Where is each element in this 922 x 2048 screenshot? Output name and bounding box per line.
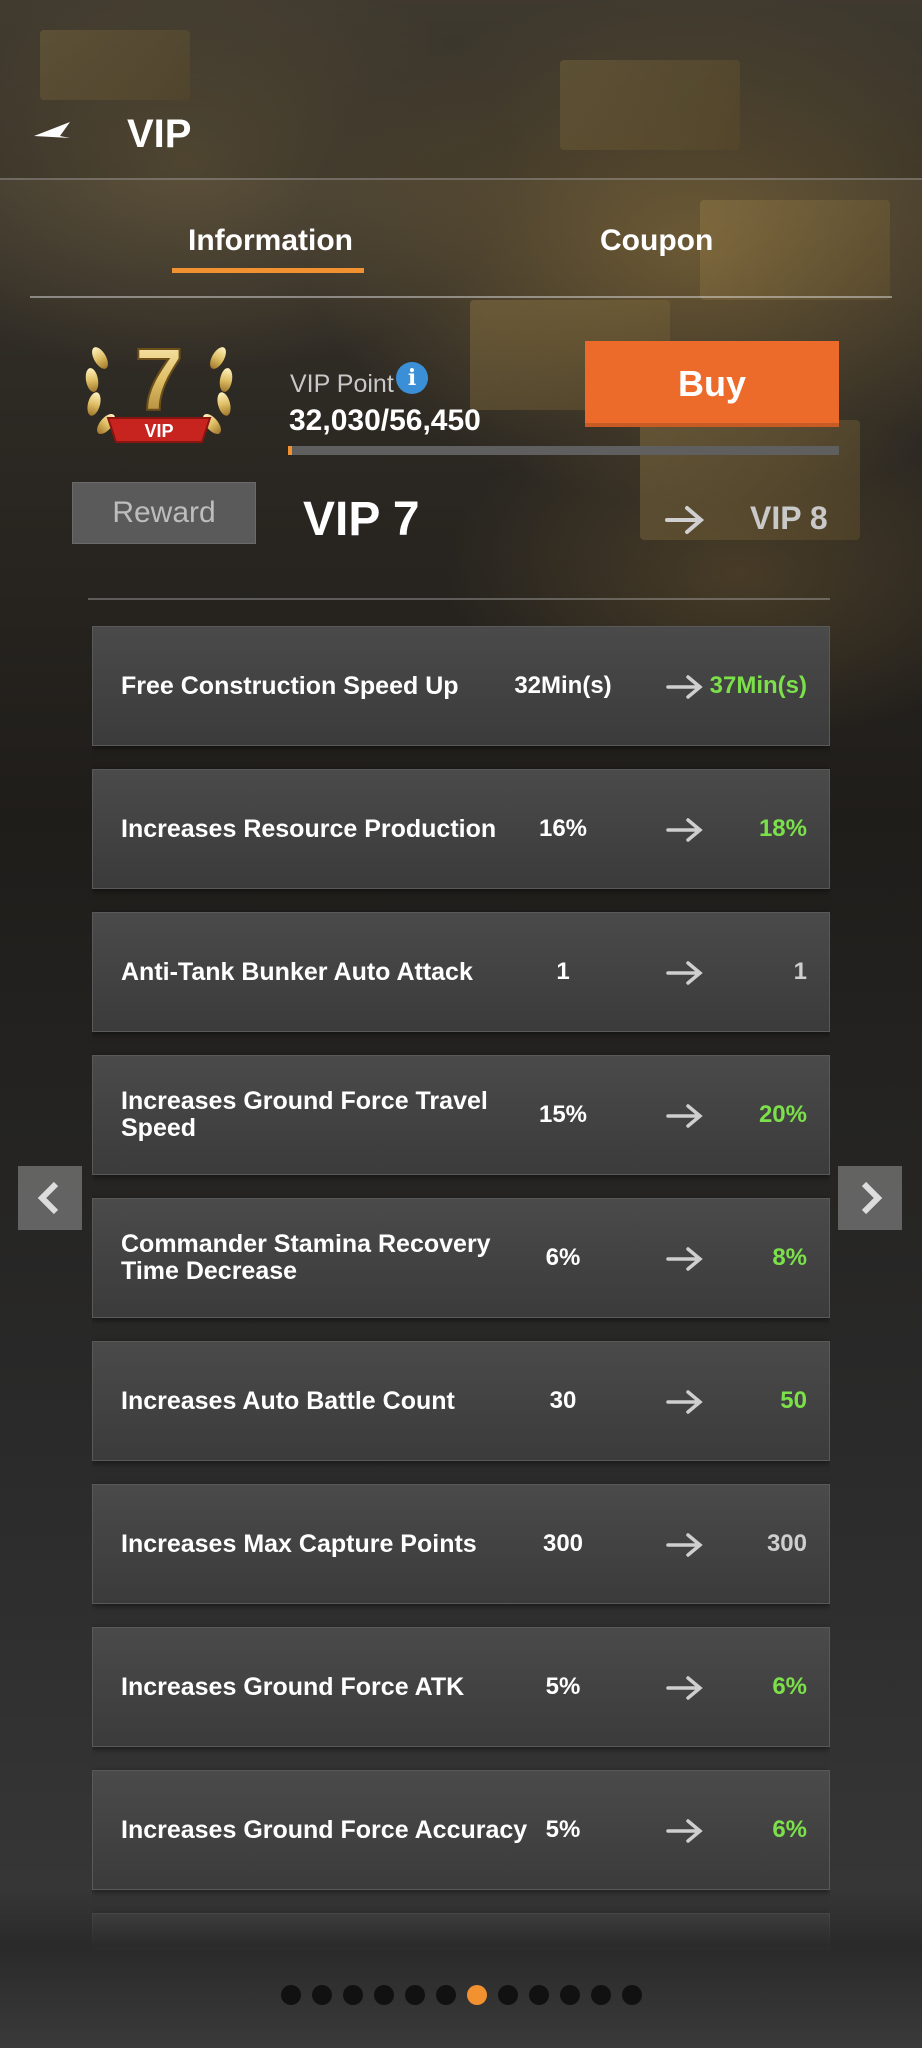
list-fade-overlay [0, 1890, 922, 2048]
svg-text:7: 7 [135, 330, 184, 429]
back-arrow-icon[interactable] [28, 112, 78, 162]
benefit-current-value: 300 [542, 1530, 584, 1557]
benefit-current-value: 32Min(s) [514, 672, 612, 699]
tab-bar: Information Coupon [30, 210, 892, 298]
benefit-current-value: 16% [538, 815, 588, 842]
benefit-next-value: 8% [772, 1244, 807, 1271]
vip-laurel-badge-icon: 7 VIP [85, 329, 233, 443]
benefit-label: Commander Stamina Recovery Time Decrease [121, 1230, 491, 1285]
benefit-next-value: 37Min(s) [709, 672, 807, 699]
benefit-label: Increases Max Capture Points [121, 1529, 477, 1558]
benefit-current-value: 1 [556, 958, 570, 985]
benefit-row: Free Construction Speed Up 32Min(s) 37Min(… [92, 626, 830, 746]
vip-current-level: VIP 7 [303, 493, 420, 546]
benefit-row: Commander Stamina Recovery Time Decrease… [92, 1198, 830, 1318]
vip-point-value: 32,030/56,450 [289, 404, 481, 437]
page-dot[interactable] [559, 1985, 580, 2005]
benefit-next-value: 300 [766, 1530, 807, 1557]
vip-point-label: VIP Point [290, 370, 394, 398]
page-dot[interactable] [311, 1985, 332, 2005]
benefit-label: Free Construction Speed Up [121, 671, 459, 700]
info-icon[interactable]: i [396, 362, 428, 394]
benefit-current-value: 5% [545, 1673, 581, 1700]
benefit-next-value: 18% [758, 815, 807, 842]
header-bar: VIP [0, 0, 922, 180]
page-dot[interactable] [342, 1985, 363, 2005]
benefit-label: Increases Auto Battle Count [121, 1386, 455, 1415]
benefit-next-value: 6% [772, 1816, 807, 1843]
section-divider [88, 598, 830, 600]
benefit-row: Increases Ground Force Travel Speed 15% 20… [92, 1055, 830, 1175]
page-dot[interactable] [404, 1985, 425, 2005]
page-dot[interactable] [621, 1985, 642, 2005]
benefit-row: Increases Auto Battle Count 30 50 [92, 1341, 830, 1461]
reward-button[interactable]: Reward [72, 482, 256, 544]
page-indicator [0, 1985, 922, 2005]
benefit-label: Increases Ground Force Travel Speed [121, 1087, 488, 1142]
tab-active-underline [172, 268, 364, 273]
benefit-next-value: 6% [772, 1673, 807, 1700]
svg-text:VIP: VIP [144, 421, 173, 441]
level-arrow-icon [665, 506, 705, 534]
vip-next-level: VIP 8 [750, 500, 828, 536]
vip-progress-fill [288, 446, 293, 455]
benefit-current-value: 5% [545, 1816, 581, 1843]
benefit-next-value: 1 [793, 958, 807, 985]
benefit-current-value: 6% [545, 1244, 581, 1271]
page-dot[interactable] [497, 1985, 518, 2005]
benefit-row: Increases Resource Production 16% 18% [92, 769, 830, 889]
benefit-row: Increases Ground Force Accuracy 5% 6% [92, 1770, 830, 1890]
benefit-row: Increases Max Capture Points 300 300 [92, 1484, 830, 1604]
benefit-label: Increases Ground Force Accuracy [121, 1815, 528, 1844]
page-dot[interactable] [590, 1985, 611, 2005]
benefit-list[interactable]: Free Construction Speed Up 32Min(s) 37Min(… [92, 626, 830, 1950]
benefit-row: Increases Ground Force ATK 5% 6% [92, 1627, 830, 1747]
benefit-label: Increases Resource Production [121, 814, 497, 843]
vip-progress-bar [288, 446, 839, 455]
benefit-next-value: 50 [780, 1387, 807, 1414]
page-dot[interactable] [373, 1985, 394, 2005]
page-dot[interactable] [435, 1985, 456, 2005]
page-dot[interactable] [280, 1985, 301, 2005]
benefit-label: Increases Ground Force ATK [121, 1672, 465, 1701]
tab-coupon[interactable]: Coupon [600, 224, 713, 258]
benefit-row: Anti-Tank Bunker Auto Attack 1 1 [92, 912, 830, 1032]
next-level-arrow-icon[interactable] [838, 1166, 902, 1230]
page-title: VIP [127, 112, 192, 156]
tab-information[interactable]: Information [188, 224, 353, 258]
page-dot-active[interactable] [466, 1985, 487, 2005]
page-dot[interactable] [528, 1985, 549, 2005]
benefit-current-value: 15% [538, 1101, 588, 1128]
buy-button[interactable]: Buy [585, 341, 839, 427]
benefit-current-value: 30 [549, 1387, 577, 1414]
benefit-label: Anti-Tank Bunker Auto Attack [121, 957, 473, 986]
previous-level-arrow-icon[interactable] [18, 1166, 82, 1230]
benefit-next-value: 20% [758, 1101, 807, 1128]
